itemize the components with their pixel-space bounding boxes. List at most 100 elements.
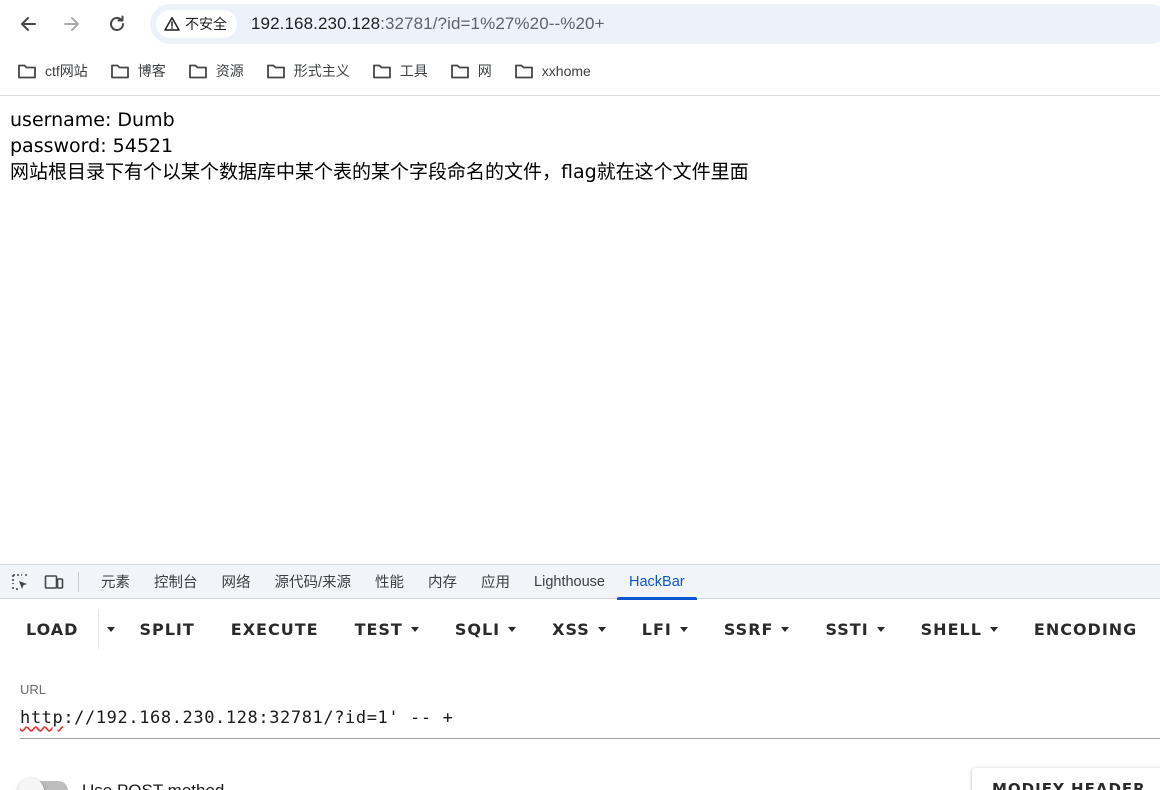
split-label: SPLIT	[139, 619, 195, 639]
devtools-tab[interactable]: 元素	[89, 565, 142, 599]
username-text: username: Dumb	[10, 109, 175, 131]
load-dropdown-button[interactable]	[99, 609, 123, 649]
execute-label: EXECUTE	[230, 619, 319, 639]
bookmark-folder[interactable]: 工具	[372, 56, 438, 86]
bookmark-label: 博客	[137, 63, 166, 79]
ssti-menu-button[interactable]: SSTI	[811, 609, 906, 649]
url-field-label: URL	[20, 682, 47, 697]
folder-icon	[266, 64, 285, 79]
devtools-tab-hackbar[interactable]: HackBar	[616, 565, 697, 600]
inspect-cursor-icon	[12, 573, 28, 590]
modify-header-button[interactable]: MODIFY HEADER	[972, 768, 1160, 790]
ssti-label: SSTI	[825, 619, 869, 639]
device-icon	[44, 574, 64, 589]
shell-menu-button[interactable]: SHELL	[907, 609, 1020, 649]
bookmark-label: ctf网站	[45, 63, 88, 79]
bookmark-label: 工具	[399, 63, 428, 79]
execute-button[interactable]: EXECUTE	[217, 609, 341, 649]
bookmark-label: 资源	[215, 63, 244, 79]
security-label: 不安全	[185, 16, 227, 32]
lfi-menu-button[interactable]: LFI	[628, 609, 710, 649]
hackbar-url-field[interactable]: URL http://192.168.230.128:32781/?id=1' …	[20, 680, 1160, 740]
post-method-row: Use POST method	[18, 776, 224, 790]
browser-toolbar: 不安全 192.168.230.128:32781/?id=1%27%20--%…	[0, 0, 1160, 48]
folder-icon	[188, 64, 207, 79]
caret-down-icon	[876, 626, 885, 632]
devtools-tab[interactable]: 性能	[363, 565, 416, 599]
url-field-value[interactable]: http://192.168.230.128:32781/?id=1' -- +	[20, 708, 453, 728]
ssrf-menu-button[interactable]: SSRF	[710, 609, 812, 649]
caret-down-icon	[989, 626, 998, 632]
hint-text: 网站根目录下有个以某个数据库中某个表的某个字段命名的文件，flag就在这个文件里…	[10, 161, 749, 183]
forward-button[interactable]	[56, 8, 88, 40]
devtools-tab[interactable]: Lighthouse	[522, 565, 617, 599]
hackbar-panel: LOAD SPLIT EXECUTE TEST SQLI XSS LFI SSR…	[0, 600, 1160, 790]
url-value-rest: ://192.168.230.128:32781/?id=1' -- +	[63, 708, 454, 728]
bookmark-folder[interactable]: 博客	[110, 56, 176, 86]
caret-down-icon	[107, 626, 116, 632]
caret-down-icon	[597, 626, 606, 632]
folder-icon	[372, 64, 391, 79]
shell-label: SHELL	[920, 619, 982, 639]
bookmark-label: 形式主义	[293, 63, 350, 79]
devtools-tab[interactable]: 控制台	[142, 565, 210, 599]
devtools-separator	[78, 571, 79, 592]
sqli-label: SQLI	[454, 619, 501, 639]
devtools-tabbar: 元素 控制台 网络 源代码/来源 性能 内存 应用 Lighthouse Hac…	[0, 564, 1160, 600]
folder-icon	[514, 64, 533, 79]
load-label: LOAD	[26, 619, 79, 639]
security-chip[interactable]: 不安全	[156, 10, 237, 38]
bookmark-folder[interactable]: xxhome	[514, 56, 601, 86]
address-url[interactable]: 192.168.230.128:32781/?id=1%27%20--%20+	[251, 14, 605, 34]
ssrf-label: SSRF	[723, 619, 774, 639]
hackbar-menu: LOAD SPLIT EXECUTE TEST SQLI XSS LFI SSR…	[0, 608, 1160, 650]
url-scheme: http	[20, 708, 64, 728]
inspect-element-button[interactable]	[10, 572, 30, 592]
bookmark-label: 网	[477, 63, 492, 79]
page-content: username: Dumb password: 54521 网站根目录下有个以…	[10, 107, 749, 185]
folder-icon	[450, 64, 469, 79]
arrow-left-icon	[21, 17, 36, 31]
folder-icon	[110, 64, 129, 79]
bookmark-label: xxhome	[541, 63, 591, 79]
warning-icon	[164, 17, 180, 31]
post-method-toggle[interactable]	[18, 778, 68, 790]
encoding-menu-button[interactable]: ENCODING	[1020, 609, 1151, 649]
load-button[interactable]: LOAD	[0, 609, 98, 649]
caret-down-icon	[410, 626, 419, 632]
sqli-menu-button[interactable]: SQLI	[441, 609, 538, 649]
url-field-underline	[20, 738, 1160, 739]
test-menu-button[interactable]: TEST	[341, 609, 441, 649]
xss-menu-button[interactable]: XSS	[538, 609, 628, 649]
encoding-label: ENCODING	[1033, 619, 1138, 639]
bookmark-folder[interactable]: ctf网站	[17, 56, 98, 86]
modify-header-label: MODIFY HEADER	[992, 780, 1146, 790]
caret-down-icon	[679, 626, 688, 632]
lfi-label: LFI	[641, 619, 672, 639]
bookmarks-bar: ctf网站 博客 资源 形式主义 工具 网 xxhome	[0, 48, 1160, 94]
xss-label: XSS	[552, 619, 590, 639]
address-bar[interactable]: 不安全 192.168.230.128:32781/?id=1%27%20--%…	[150, 4, 1160, 44]
bookmark-folder[interactable]: 资源	[188, 56, 254, 86]
url-rest: :32781/?id=1%27%20--%20+	[380, 14, 605, 33]
toolbar-divider	[0, 95, 1160, 96]
devtools-tab[interactable]: 应用	[469, 565, 522, 599]
test-label: TEST	[354, 619, 403, 639]
folder-icon	[18, 64, 36, 79]
reload-button[interactable]	[101, 8, 133, 40]
back-button[interactable]	[12, 8, 44, 40]
post-method-label: Use POST method	[82, 781, 224, 790]
password-text: password: 54521	[10, 135, 174, 157]
device-toolbar-button[interactable]	[44, 572, 64, 592]
split-button[interactable]: SPLIT	[123, 609, 216, 649]
reload-icon	[110, 15, 124, 31]
bookmark-folder[interactable]: 形式主义	[266, 56, 360, 86]
devtools-tab[interactable]: 网络	[210, 565, 263, 599]
url-host: 192.168.230.128	[251, 14, 381, 33]
caret-down-icon	[781, 626, 790, 632]
caret-down-icon	[508, 626, 517, 632]
devtools-tab[interactable]: 内存	[416, 565, 469, 599]
arrow-right-icon	[64, 17, 79, 31]
bookmark-folder[interactable]: 网	[450, 56, 502, 86]
devtools-tab[interactable]: 源代码/来源	[263, 565, 364, 599]
